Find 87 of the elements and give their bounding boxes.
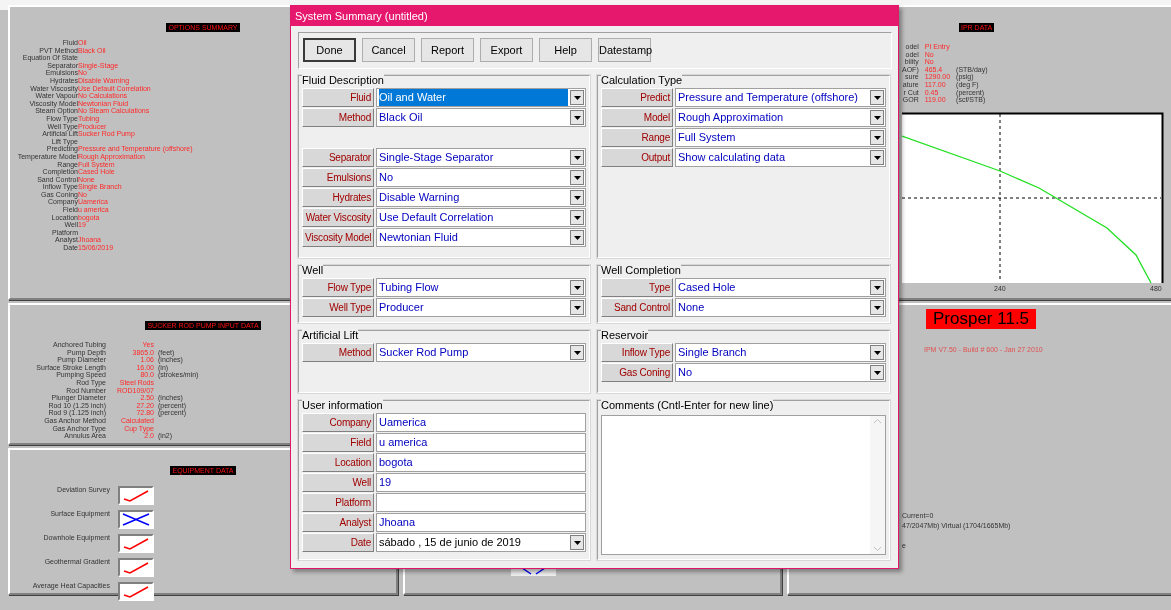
dropdown-field[interactable]: Pressure and Temperature (offshore) [675, 88, 886, 107]
date-picker[interactable]: sábado , 15 de junio de 2019 [376, 533, 586, 552]
field-label-button[interactable]: Flow Type [302, 278, 374, 297]
dropdown-field[interactable]: Black Oil [376, 108, 586, 127]
toolbar-button[interactable]: Help [539, 38, 592, 62]
toolbar-button[interactable]: Datestamp [598, 38, 651, 62]
field-label-button[interactable]: Range [601, 128, 673, 147]
dropdown-arrow-icon [573, 215, 581, 220]
dropdown-arrow-icon [573, 305, 581, 310]
group-title: Fluid Description [302, 74, 384, 86]
field-label-button[interactable]: Emulsions [302, 168, 374, 187]
product-banner: Prosper 11.5 [926, 309, 1037, 329]
dropdown-field[interactable]: No [675, 363, 886, 382]
input-field[interactable]: 19 [376, 473, 586, 492]
dropdown-field[interactable]: Rough Approximation [675, 108, 886, 127]
dropdown-arrow-icon [873, 305, 881, 310]
group-title: Well [302, 264, 324, 276]
dropdown-field[interactable]: Full System [675, 128, 886, 147]
dropdown-field[interactable]: Tubing Flow [376, 278, 586, 297]
scroll-down-icon [873, 546, 882, 552]
field-label-button[interactable]: Platform [302, 493, 374, 512]
dropdown-arrow-icon [873, 350, 881, 355]
dropdown-arrow-icon [873, 95, 881, 100]
field-label-button[interactable]: Viscosity Model [302, 228, 374, 247]
field-label-button[interactable]: Company [302, 413, 374, 432]
field-label-button[interactable]: Well Type [302, 298, 374, 317]
dropdown-arrow-icon [573, 115, 581, 120]
field-label-button[interactable]: Date [302, 533, 374, 552]
toolbar-button[interactable]: Done [303, 38, 356, 62]
dropdown-arrow-icon [873, 155, 881, 160]
field-label-button[interactable]: Method [302, 108, 374, 127]
dropdown-arrow-icon [573, 235, 581, 240]
group-title: Reservoir [601, 329, 649, 341]
dropdown-field[interactable]: Disable Warning [376, 188, 586, 207]
dropdown-field[interactable]: Producer [376, 298, 586, 317]
field-label-button[interactable]: Sand Control [601, 298, 673, 317]
field-label-button[interactable]: Model [601, 108, 673, 127]
input-field[interactable]: u america [376, 433, 586, 452]
input-field[interactable]: bogota [376, 453, 586, 472]
dropdown-field[interactable]: None [675, 298, 886, 317]
field-label-button[interactable]: Method [302, 343, 374, 362]
field-label-button[interactable]: Predict [601, 88, 673, 107]
dropdown-field[interactable]: Single Branch [675, 343, 886, 362]
field-label-button[interactable]: Fluid [302, 88, 374, 107]
dropdown-arrow-icon [873, 370, 881, 375]
field-label-button[interactable]: Output [601, 148, 673, 167]
input-field[interactable]: Uamerica [376, 413, 586, 432]
dropdown-arrow-icon [573, 175, 581, 180]
dropdown-arrow-icon [573, 155, 581, 160]
dropdown-field[interactable]: Show calculating data [675, 148, 886, 167]
field-label-button[interactable]: Inflow Type [601, 343, 673, 362]
dropdown-arrow-icon [573, 195, 581, 200]
dropdown-arrow-icon [873, 285, 881, 290]
toolbar-button[interactable]: Cancel [362, 38, 415, 62]
field-label-button[interactable]: Gas Coning [601, 363, 673, 382]
input-field[interactable] [376, 493, 586, 512]
dropdown-field[interactable]: Oil and Water [376, 88, 586, 107]
dropdown-field[interactable]: Sucker Rod Pump [376, 343, 586, 362]
toolbar-button[interactable]: Export [480, 38, 533, 62]
dropdown-field[interactable]: Single-Stage Separator [376, 148, 586, 167]
group-title: Comments (Cntl-Enter for new line) [601, 399, 774, 411]
dropdown-arrow-icon [573, 540, 581, 545]
dropdown-arrow-icon [573, 350, 581, 355]
group-title: Calculation Type [601, 74, 683, 86]
dropdown-arrow-icon [573, 285, 581, 290]
field-label-button[interactable]: Field [302, 433, 374, 452]
group-title: User information [302, 399, 383, 411]
field-label-button[interactable]: Hydrates [302, 188, 374, 207]
toolbar-button[interactable]: Report [421, 38, 474, 62]
dropdown-field[interactable]: No [376, 168, 586, 187]
dropdown-field[interactable]: Newtonian Fluid [376, 228, 586, 247]
input-field[interactable]: Jhoana [376, 513, 586, 532]
field-label-button[interactable]: Type [601, 278, 673, 297]
scroll-up-icon [873, 418, 882, 424]
dropdown-arrow-icon [873, 115, 881, 120]
field-label-button[interactable]: Location [302, 453, 374, 472]
group-title: Well Completion [601, 264, 681, 276]
dropdown-arrow-icon [573, 95, 581, 100]
field-label-button[interactable]: Separator [302, 148, 374, 167]
field-label-button[interactable]: Well [302, 473, 374, 492]
group-title: Artificial Lift [302, 329, 359, 341]
window-title: System Summary (untitled) [291, 6, 898, 26]
dropdown-field[interactable]: Cased Hole [675, 278, 886, 297]
field-label-button[interactable]: Analyst [302, 513, 374, 532]
dropdown-arrow-icon [873, 135, 881, 140]
dropdown-field[interactable]: Use Default Correlation [376, 208, 586, 227]
field-label-button[interactable]: Water Viscosity [302, 208, 374, 227]
